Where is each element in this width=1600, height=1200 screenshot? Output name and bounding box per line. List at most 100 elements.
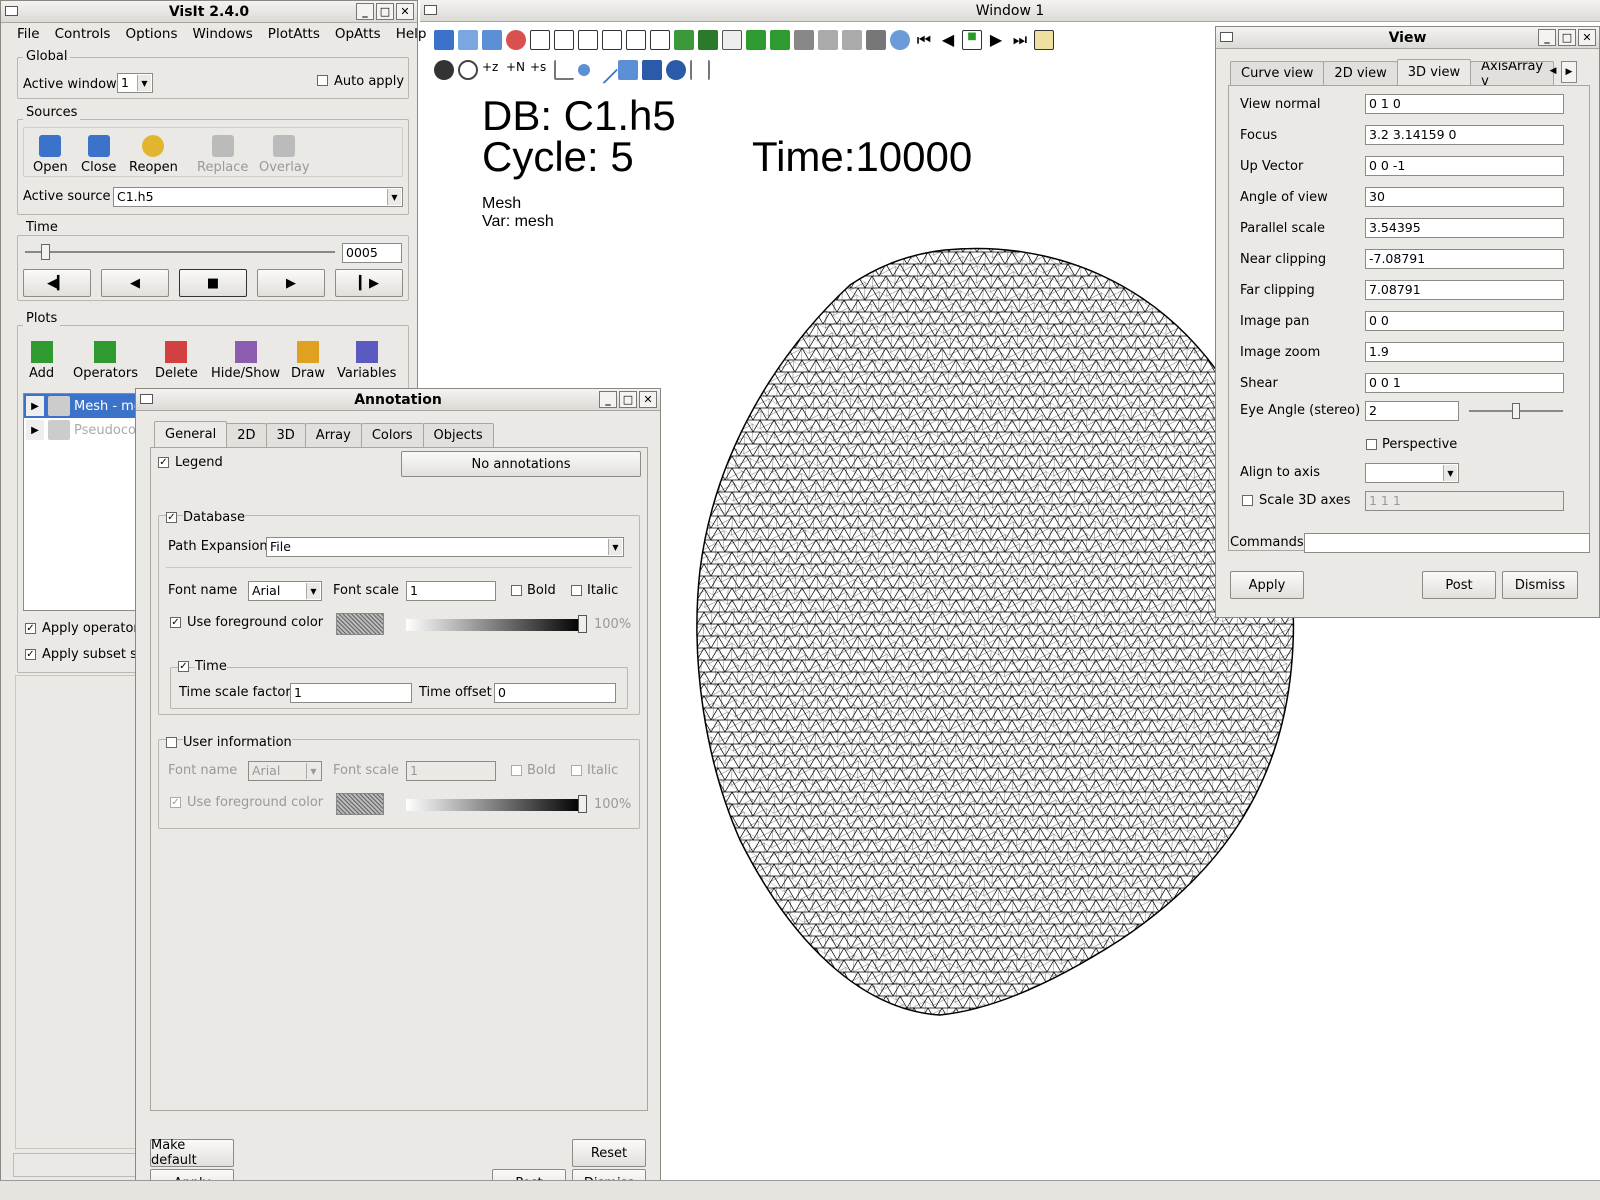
user-italic-checkbox[interactable] — [571, 765, 582, 776]
minimize-icon[interactable]: _ — [356, 3, 374, 20]
db-use-fg-checkbox[interactable]: ✓ — [170, 617, 181, 628]
eye-angle-slider-handle[interactable] — [1512, 403, 1520, 419]
window-menu-icon[interactable] — [140, 394, 153, 404]
plane-tool-icon[interactable] — [618, 60, 638, 80]
maximize-icon[interactable]: □ — [619, 391, 637, 408]
sphere-tool-icon[interactable] — [666, 60, 686, 80]
opacity-handle[interactable] — [578, 795, 587, 813]
tab-scroll-left-icon[interactable]: ◀ — [1546, 61, 1560, 81]
time-stop-button[interactable]: ■ — [179, 269, 247, 297]
toolbar-green-gear2-icon[interactable] — [770, 30, 790, 50]
opacity-handle[interactable] — [578, 615, 587, 633]
legend-checkbox[interactable]: ✓ — [158, 457, 169, 468]
tab-array[interactable]: Array — [304, 423, 362, 447]
time-slider-track[interactable] — [25, 251, 335, 253]
menu-plotatts[interactable]: PlotAtts — [268, 26, 320, 42]
plot-visibility-icon[interactable] — [48, 420, 70, 440]
expand-arrow-icon[interactable]: ▶ — [26, 420, 44, 440]
toolbar-camera2-icon[interactable] — [818, 30, 838, 50]
maximize-icon[interactable]: □ — [1558, 29, 1576, 46]
parallel-scale-field[interactable]: 3.54395 — [1365, 218, 1564, 238]
toolbar-camera-icon[interactable] — [794, 30, 814, 50]
scale-3d-axes-field[interactable]: 1 1 1 — [1365, 491, 1564, 511]
layout-2x4-icon[interactable] — [626, 30, 646, 50]
toolbar-image-icon[interactable] — [1034, 30, 1054, 50]
spreadsheet-pick-icon[interactable]: +s — [530, 60, 550, 80]
time-step-forward-button[interactable]: ▎▶ — [335, 269, 403, 297]
image-zoom-field[interactable]: 1.9 — [1365, 342, 1564, 362]
overlay-button[interactable]: Overlay — [259, 135, 310, 175]
align-to-axis-select[interactable]: ▼ — [1365, 463, 1459, 483]
tab-curve-view[interactable]: Curve view — [1230, 61, 1325, 85]
line-tool-icon[interactable] — [589, 55, 619, 85]
view-titlebar[interactable]: View _ □ ✕ — [1216, 27, 1599, 49]
time-offset-field[interactable]: 0 — [494, 683, 616, 703]
close-icon[interactable]: ✕ — [396, 3, 414, 20]
time-slider-handle[interactable] — [41, 244, 50, 260]
db-font-scale-field[interactable]: 1 — [406, 581, 496, 601]
replace-button[interactable]: Replace — [197, 135, 248, 175]
navigate-icon[interactable] — [434, 60, 454, 80]
toolbar-new-window-icon[interactable] — [458, 30, 478, 50]
angle-of-view-field[interactable]: 30 — [1365, 187, 1564, 207]
tab-general[interactable]: General — [154, 421, 228, 447]
scale-3d-axes-checkbox[interactable] — [1242, 495, 1253, 506]
focus-field[interactable]: 3.2 3.14159 0 — [1365, 125, 1564, 145]
toolbar-clone-window-icon[interactable] — [482, 30, 502, 50]
menu-controls[interactable]: Controls — [55, 26, 111, 42]
db-bold-checkbox[interactable] — [511, 585, 522, 596]
user-color-swatch[interactable] — [336, 793, 384, 815]
auto-apply-checkbox[interactable] — [317, 75, 328, 86]
user-bold-checkbox[interactable] — [511, 765, 522, 776]
up-vector-field[interactable]: 0 0 -1 — [1365, 156, 1564, 176]
close-icon[interactable]: ✕ — [1578, 29, 1596, 46]
path-expansion-select[interactable]: File ▼ — [266, 537, 624, 557]
active-window-select[interactable]: 1 ▼ — [117, 73, 153, 93]
point-tool-icon[interactable] — [578, 64, 590, 76]
no-annotations-button[interactable]: No annotations — [401, 451, 641, 477]
db-font-name-select[interactable]: Arial ▼ — [248, 581, 322, 601]
layout-2x2-icon[interactable] — [578, 30, 598, 50]
close-icon[interactable]: ✕ — [639, 391, 657, 408]
toolbar-skip-forward-icon[interactable]: ⏭ — [1010, 30, 1030, 50]
window-menu-icon[interactable] — [1220, 32, 1233, 42]
db-color-swatch[interactable] — [336, 613, 384, 635]
menu-file[interactable]: File — [17, 26, 40, 42]
zone-pick-icon[interactable]: +z — [482, 60, 502, 80]
minimize-icon[interactable]: _ — [1538, 29, 1556, 46]
open-button[interactable]: Open — [33, 135, 68, 175]
user-use-fg-checkbox[interactable]: ✓ — [170, 797, 181, 808]
toolbar-stop-icon[interactable]: ■ — [962, 30, 982, 50]
menu-opatts[interactable]: OpAtts — [335, 26, 381, 42]
add-plot-button[interactable]: Add — [29, 341, 54, 381]
toolbar-play-icon[interactable]: ▶ — [986, 30, 1006, 50]
view-apply-button[interactable]: Apply — [1230, 571, 1304, 599]
plot-visibility-icon[interactable] — [48, 396, 70, 416]
toolbar-camera4-icon[interactable] — [866, 30, 886, 50]
apply-subset-checkbox[interactable]: ✓ — [25, 649, 36, 660]
minimize-icon[interactable]: _ — [599, 391, 617, 408]
tab-3d-view[interactable]: 3D view — [1396, 59, 1472, 85]
toolbar-lock-icon[interactable] — [674, 30, 694, 50]
commands-field[interactable] — [1304, 533, 1590, 553]
eye-angle-field[interactable]: 2 — [1365, 401, 1459, 421]
tab-2d[interactable]: 2D — [226, 423, 267, 447]
hide-show-button[interactable]: Hide/Show — [211, 341, 280, 381]
near-clipping-field[interactable]: -7.08791 — [1365, 249, 1564, 269]
time-scale-field[interactable]: 1 — [290, 683, 412, 703]
toolbar-green-gear-icon[interactable] — [746, 30, 766, 50]
image-pan-field[interactable]: 0 0 — [1365, 311, 1564, 331]
tab-objects[interactable]: Objects — [422, 423, 494, 447]
draw-button[interactable]: Draw — [291, 341, 325, 381]
make-default-button[interactable]: Make default — [150, 1138, 234, 1168]
user-font-name-select[interactable]: Arial ▼ — [248, 761, 322, 781]
close-button[interactable]: Close — [81, 135, 116, 175]
box-tool-icon[interactable] — [642, 60, 662, 80]
axis-restriction-tool-icon[interactable] — [690, 60, 710, 80]
node-pick-icon[interactable]: +N — [506, 60, 526, 80]
layout-3x3-icon[interactable] — [650, 30, 670, 50]
main-window-titlebar[interactable]: VisIt 2.4.0 _ □ ✕ — [1, 1, 417, 23]
toolbar-cube-icon[interactable] — [722, 30, 742, 50]
time-frame-field[interactable]: 0005 — [342, 243, 402, 263]
zoom-icon[interactable] — [458, 60, 478, 80]
